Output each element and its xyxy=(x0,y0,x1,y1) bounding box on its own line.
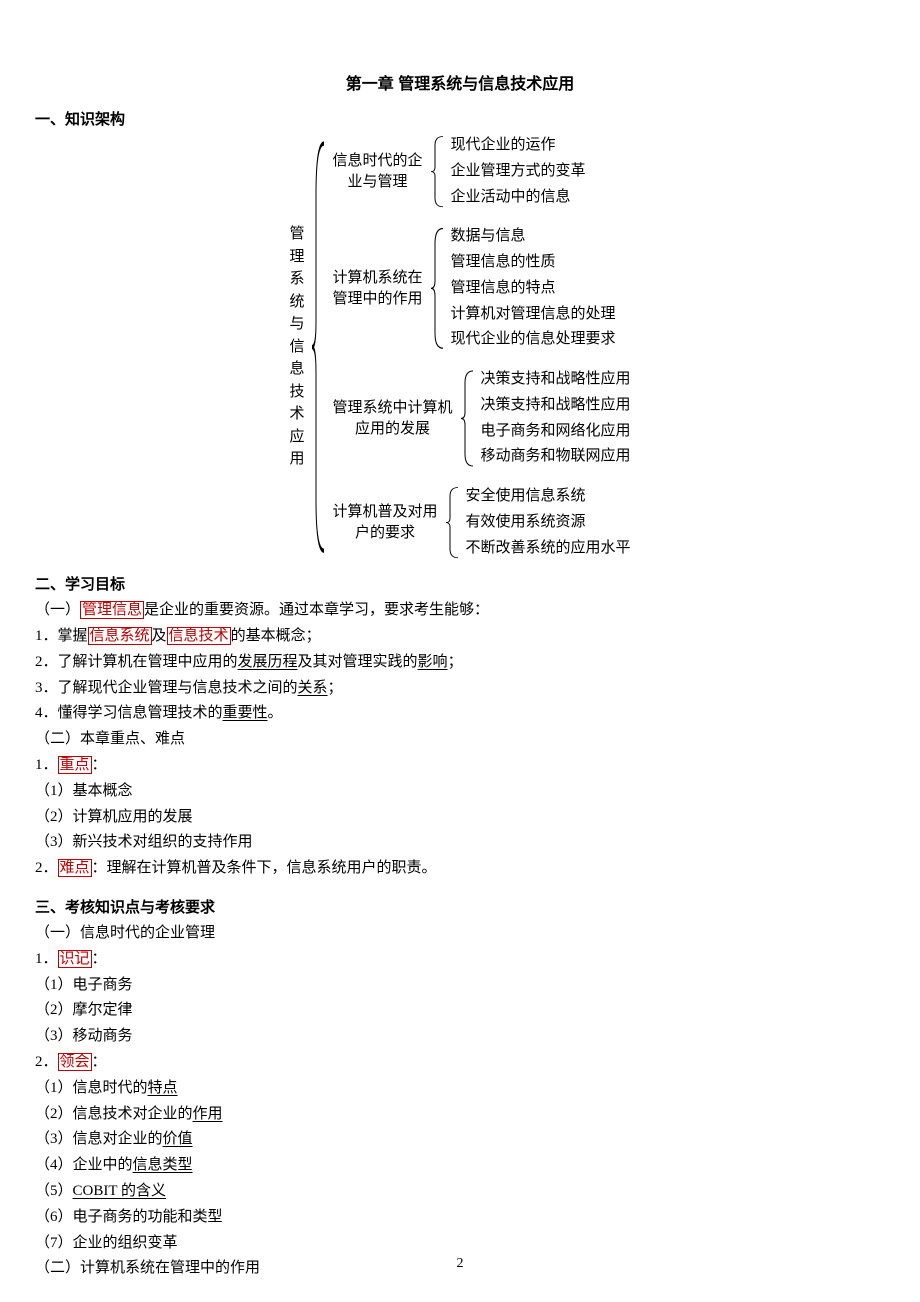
text-line: （5）COBIT 的含义 xyxy=(35,1179,885,1205)
tree-root-label: 管理系统与信息技术应用 xyxy=(289,223,304,471)
emphasis-box: 信息技术 xyxy=(167,627,231,645)
brace-icon xyxy=(444,486,462,559)
section-2-heading: 二、学习目标 xyxy=(35,573,885,594)
brace-icon xyxy=(310,135,328,559)
tree-leaf: 企业管理方式的变革 xyxy=(451,161,586,183)
tree-leaf: 管理信息的特点 xyxy=(451,278,616,300)
text-line: （一）信息时代的企业管理 xyxy=(35,921,885,947)
emphasis-box: 重点 xyxy=(58,756,92,774)
text-line: 2．难点：理解在计算机普及条件下，信息系统用户的职责。 xyxy=(35,856,885,882)
emphasis-box: 难点 xyxy=(58,859,92,877)
text-line: 2．了解计算机在管理中应用的发展历程及其对管理实践的影响； xyxy=(35,650,885,676)
page-number: 2 xyxy=(0,1256,920,1272)
text-line: （3）信息对企业的价值 xyxy=(35,1127,885,1153)
branch-label: 管理系统中计算机应用的发展 xyxy=(332,398,452,440)
text-line: （3）移动商务 xyxy=(35,1024,885,1050)
knowledge-tree: 管理系统与信息技术应用 信息时代的企业与管理 现代企业的运作 企业管理方式的变革… xyxy=(35,135,885,559)
text-line: （1）基本概念 xyxy=(35,779,885,805)
branch-label: 计算机普及对用户的要求 xyxy=(332,502,437,544)
tree-leaf: 现代企业的信息处理要求 xyxy=(451,329,616,351)
tree-leaf: 决策支持和战略性应用 xyxy=(481,369,631,391)
tree-leaf: 有效使用系统资源 xyxy=(466,512,631,534)
emphasis-box: 领会 xyxy=(58,1053,92,1071)
text-line: （7）企业的组织变革 xyxy=(35,1231,885,1257)
tree-leaf: 决策支持和战略性应用 xyxy=(481,395,631,417)
emphasis-box: 信息系统 xyxy=(88,627,152,645)
tree-leaf: 不断改善系统的应用水平 xyxy=(466,538,631,560)
tree-leaf: 数据与信息 xyxy=(451,226,616,248)
emphasis-box: 识记 xyxy=(58,950,92,968)
text-line: （2）信息技术对企业的作用 xyxy=(35,1102,885,1128)
tree-leaf: 安全使用信息系统 xyxy=(466,486,631,508)
text-line: 1．重点： xyxy=(35,753,885,779)
brace-icon xyxy=(459,369,477,468)
brace-icon xyxy=(429,226,447,351)
branch-label: 信息时代的企业与管理 xyxy=(332,151,422,193)
tree-leaf: 移动商务和物联网应用 xyxy=(481,446,631,468)
chapter-title: 第一章 管理系统与信息技术应用 xyxy=(35,70,885,94)
emphasis-box: 管理信息 xyxy=(80,601,144,619)
text-line: （3）新兴技术对组织的支持作用 xyxy=(35,830,885,856)
text-line: 3．了解现代企业管理与信息技术之间的关系； xyxy=(35,676,885,702)
text-line: （1）电子商务 xyxy=(35,973,885,999)
tree-leaf: 管理信息的性质 xyxy=(451,252,616,274)
text-line: 2．领会： xyxy=(35,1050,885,1076)
text-line: （一）管理信息是企业的重要资源。通过本章学习，要求考生能够： xyxy=(35,598,885,624)
branch-label: 计算机系统在管理中的作用 xyxy=(332,268,422,310)
text-line: 1．掌握信息系统及信息技术的基本概念； xyxy=(35,624,885,650)
text-line: （4）企业中的信息类型 xyxy=(35,1153,885,1179)
text-line: （二）本章重点、难点 xyxy=(35,727,885,753)
text-line: （1）信息时代的特点 xyxy=(35,1076,885,1102)
tree-leaf: 现代企业的运作 xyxy=(451,135,586,157)
tree-leaf: 计算机对管理信息的处理 xyxy=(451,304,616,326)
section-3-heading: 三、考核知识点与考核要求 xyxy=(35,896,885,917)
text-line: 4．懂得学习信息管理技术的重要性。 xyxy=(35,701,885,727)
tree-leaf: 电子商务和网络化应用 xyxy=(481,421,631,443)
tree-leaf: 企业活动中的信息 xyxy=(451,187,586,209)
section-1-heading: 一、知识架构 xyxy=(35,108,885,129)
text-line: （6）电子商务的功能和类型 xyxy=(35,1205,885,1231)
brace-icon xyxy=(429,135,447,208)
text-line: （2）计算机应用的发展 xyxy=(35,805,885,831)
text-line: （2）摩尔定律 xyxy=(35,998,885,1024)
text-line: 1．识记： xyxy=(35,947,885,973)
